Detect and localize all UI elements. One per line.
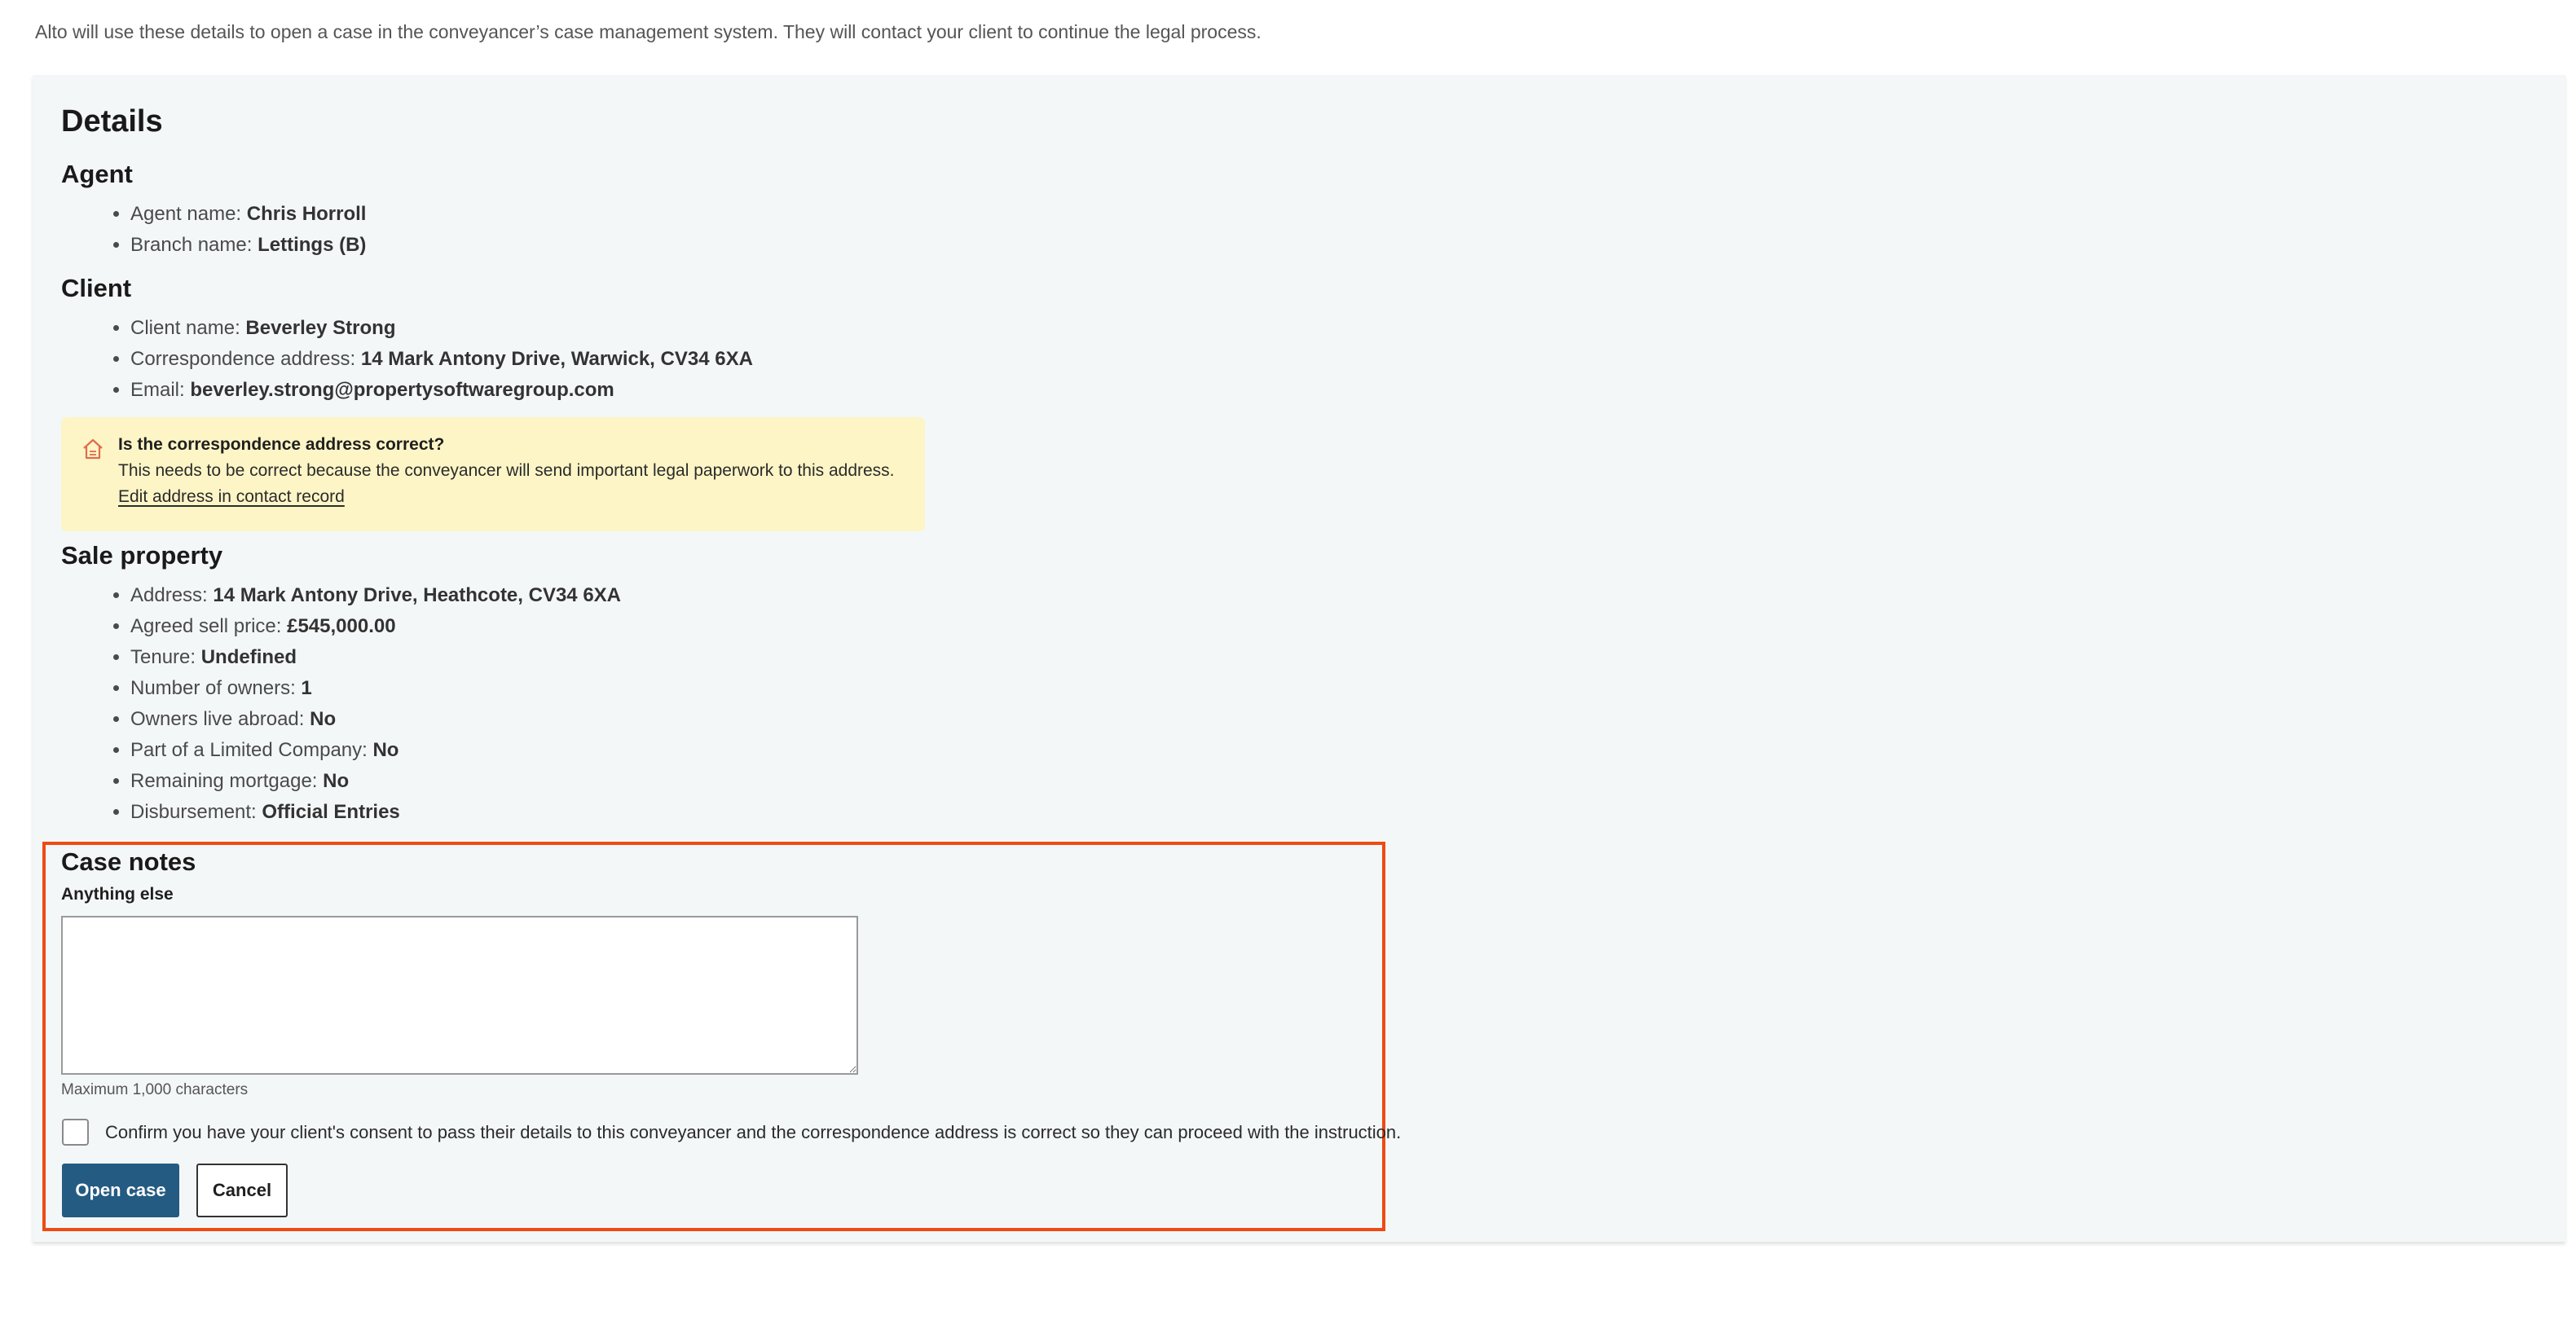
- list-item: Correspondence address: 14 Mark Antony D…: [130, 344, 753, 375]
- fact-value: Chris Horroll: [246, 203, 367, 225]
- fact-value: 1: [301, 677, 312, 699]
- anything-else-label: Anything else: [61, 885, 174, 904]
- fact-value: £545,000.00: [287, 615, 396, 637]
- consent-label: Confirm you have your client's consent t…: [105, 1121, 1402, 1142]
- list-item: Email: beverley.strong@propertysoftwareg…: [130, 375, 753, 406]
- cancel-button[interactable]: Cancel: [196, 1164, 288, 1217]
- fact-value: No: [372, 739, 399, 761]
- case-notes-heading: Case notes: [61, 847, 196, 876]
- fact-label: Correspondence address:: [130, 348, 361, 370]
- details-title: Details: [61, 104, 163, 139]
- list-item: Agreed sell price: £545,000.00: [130, 611, 621, 642]
- agent-heading: Agent: [61, 160, 133, 188]
- list-item: Remaining mortgage: No: [130, 766, 621, 797]
- address-warning: Is the correspondence address correct? T…: [61, 417, 925, 531]
- house-warning-icon: [83, 438, 103, 460]
- fact-label: Branch name:: [130, 234, 258, 256]
- fact-value: 14 Mark Antony Drive, Warwick, CV34 6XA: [360, 348, 753, 370]
- fact-label: Client name:: [130, 317, 246, 339]
- character-limit-hint: Maximum 1,000 characters: [61, 1081, 249, 1098]
- list-item: Owners live abroad: No: [130, 704, 621, 735]
- fact-value: No: [323, 770, 350, 792]
- fact-value: Beverley Strong: [245, 317, 396, 339]
- fact-value: Lettings (B): [258, 234, 367, 256]
- list-item: Disbursement: Official Entries: [130, 797, 621, 828]
- open-case-button[interactable]: Open case: [62, 1164, 179, 1217]
- fact-label: Address:: [130, 584, 214, 606]
- client-heading: Client: [61, 274, 132, 302]
- sale-property-heading: Sale property: [61, 541, 223, 570]
- consent-row: Confirm you have your client's consent t…: [62, 1119, 1401, 1146]
- fact-label: Tenure:: [130, 646, 201, 668]
- list-item: Part of a Limited Company: No: [130, 735, 621, 766]
- agent-list: Agent name: Chris Horroll Branch name: L…: [61, 199, 366, 261]
- fact-label: Disbursement:: [130, 801, 262, 823]
- fact-value: beverley.strong@propertysoftwaregroup.co…: [190, 379, 614, 401]
- sale-property-list: Address: 14 Mark Antony Drive, Heathcote…: [61, 580, 621, 828]
- fact-label: Agreed sell price:: [130, 615, 288, 637]
- fact-value: No: [310, 708, 337, 730]
- fact-label: Part of a Limited Company:: [130, 739, 373, 761]
- fact-value: 14 Mark Antony Drive, Heathcote, CV34 6X…: [213, 584, 622, 606]
- list-item: Client name: Beverley Strong: [130, 313, 753, 344]
- intro-text: Alto will use these details to open a ca…: [35, 21, 1262, 42]
- list-item: Branch name: Lettings (B): [130, 230, 366, 261]
- warning-title: Is the correspondence address correct?: [118, 435, 445, 454]
- fact-label: Owners live abroad:: [130, 708, 310, 730]
- list-item: Number of owners: 1: [130, 673, 621, 704]
- list-item: Tenure: Undefined: [130, 642, 621, 673]
- list-item: Agent name: Chris Horroll: [130, 199, 366, 230]
- fact-label: Agent name:: [130, 203, 247, 225]
- fact-label: Email:: [130, 379, 191, 401]
- client-list: Client name: Beverley Strong Corresponde…: [61, 313, 753, 406]
- fact-value: Undefined: [200, 646, 297, 668]
- fact-value: Official Entries: [262, 801, 400, 823]
- fact-label: Number of owners:: [130, 677, 302, 699]
- fact-label: Remaining mortgage:: [130, 770, 324, 792]
- consent-checkbox[interactable]: [62, 1119, 89, 1146]
- case-notes-textarea[interactable]: [61, 916, 858, 1075]
- warning-body: This needs to be correct because the con…: [118, 461, 895, 480]
- edit-address-link[interactable]: Edit address in contact record: [118, 487, 345, 507]
- list-item: Address: 14 Mark Antony Drive, Heathcote…: [130, 580, 621, 611]
